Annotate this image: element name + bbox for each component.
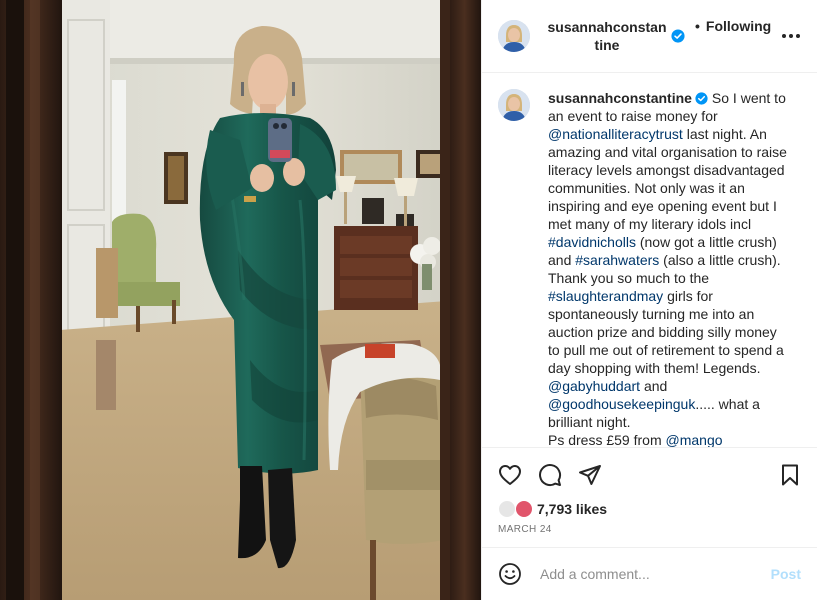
caption-tag-link[interactable]: @mango [666, 432, 723, 447]
save-button[interactable] [777, 463, 803, 489]
action-icons-row [482, 448, 817, 490]
following-button[interactable]: Following [706, 18, 771, 34]
caption-tag-link[interactable]: @nationalliteracytrust [548, 126, 683, 142]
instagram-post: susannahconstantine • Following susannah… [0, 0, 817, 600]
comment-button[interactable] [537, 463, 563, 489]
caption-tag-link[interactable]: @goodhousekeepinguk [548, 396, 695, 412]
caption-text: susannahconstantine So I went to an event… [548, 89, 788, 447]
liker-avatar [498, 500, 516, 518]
mirror-selfie-illustration [0, 0, 481, 600]
post-comment-button[interactable]: Post [771, 566, 801, 582]
liker-avatar [515, 500, 533, 518]
avatar-image [498, 89, 530, 121]
bookmark-icon [782, 464, 798, 486]
post-actions: 7,793 likes MARCH 24 [482, 447, 817, 547]
likes-count[interactable]: 7,793 likes [537, 501, 607, 517]
more-dots-icon [782, 34, 800, 38]
emoji-button[interactable] [498, 562, 522, 586]
caption-tag-link[interactable]: #sarahwaters [575, 252, 659, 268]
caption-area: susannahconstantine So I went to an event… [482, 73, 817, 447]
post-details-panel: susannahconstantine • Following susannah… [481, 0, 817, 600]
avatar-image [498, 20, 530, 52]
comment-bar: Post [482, 547, 817, 600]
caption-tag-link[interactable]: #slaughterandmay [548, 288, 663, 304]
comment-icon [539, 464, 562, 487]
share-button[interactable] [577, 463, 603, 489]
post-photo[interactable] [0, 0, 481, 600]
liker-avatars [498, 500, 536, 518]
caption-body: So I went to an event to raise money for… [548, 90, 787, 447]
caption-tag-link[interactable]: #davidnicholls [548, 234, 636, 250]
likes-row[interactable]: 7,793 likes [482, 490, 817, 518]
comment-input[interactable] [538, 565, 771, 583]
author-avatar[interactable] [498, 20, 530, 52]
caption-author-avatar[interactable] [498, 89, 530, 121]
post-date: MARCH 24 [498, 524, 552, 535]
header-username[interactable]: susannahconstantine [546, 18, 668, 54]
verified-badge-icon [671, 29, 685, 43]
smiley-icon [499, 563, 521, 585]
caption-text-segment: and [640, 378, 668, 394]
more-options-button[interactable] [779, 24, 803, 48]
heart-icon [499, 465, 521, 485]
caption-text-segment: Ps dress £59 from [548, 432, 666, 447]
caption-tag-link[interactable]: @gabyhuddart [548, 378, 640, 394]
post-header: susannahconstantine • Following [482, 0, 817, 73]
like-button[interactable] [497, 463, 523, 489]
header-separator: • [695, 18, 700, 34]
verified-badge-icon [695, 92, 708, 105]
share-icon [579, 465, 601, 485]
caption-username[interactable]: susannahconstantine [548, 90, 692, 106]
